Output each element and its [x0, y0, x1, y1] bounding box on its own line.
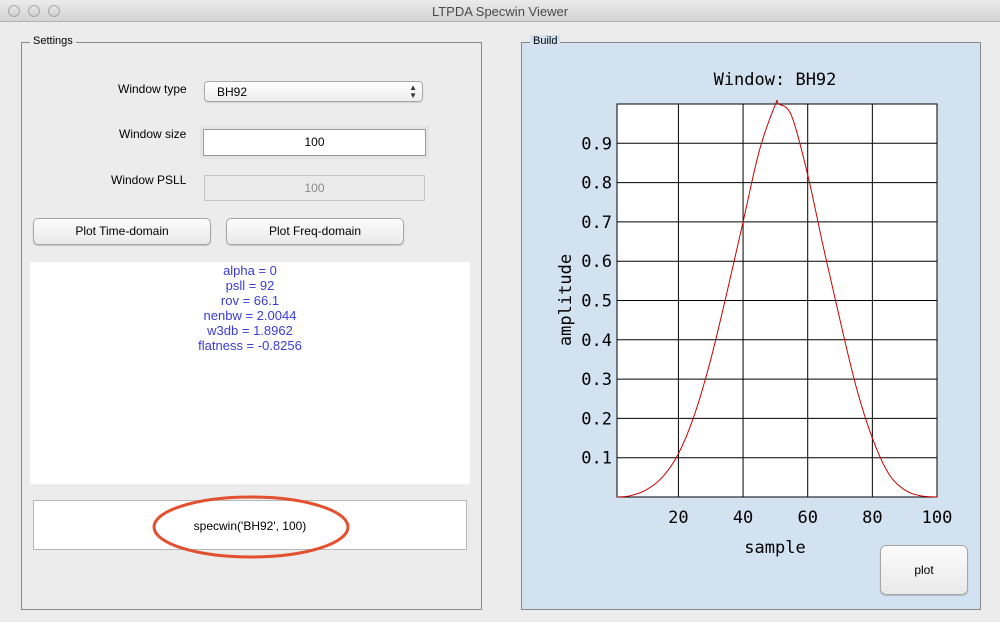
window-psll-input: 100	[204, 175, 425, 201]
window-type-label: Window type	[118, 82, 187, 96]
y-tick-label: 0.1	[581, 449, 612, 469]
info-line-rov: rov = 66.1	[220, 293, 280, 308]
info-line-alpha: alpha = 0	[223, 263, 277, 278]
y-tick-label: 0.6	[581, 252, 612, 272]
y-tick-label: 0.5	[581, 292, 612, 312]
x-tick-label: 40	[733, 508, 753, 528]
info-line-flatness: flatness = -0.8256	[198, 338, 302, 353]
window-title: LTPDA Specwin Viewer	[431, 4, 569, 19]
info-line-w3db: w3db = 1.8962	[207, 323, 293, 338]
chart-title: Window: BH92	[714, 70, 837, 90]
x-tick-label: 20	[668, 508, 688, 528]
y-tick-label: 0.7	[581, 213, 612, 233]
plot-button[interactable]: plot	[880, 545, 968, 595]
highlight-ellipse	[152, 495, 350, 559]
window-chart: Window: BH92 0.1 0.2 0.3 0.4 0.5 0.6 0.7 0.8 0.9…	[556, 70, 952, 558]
info-line-psll: psll = 92	[225, 278, 275, 293]
y-tick-label: 0.8	[581, 174, 612, 194]
window-size-label: Window size	[119, 127, 187, 141]
title-bar: LTPDA Specwin Viewer	[0, 0, 1000, 22]
plot-freq-domain-button[interactable]: Plot Freq-domain	[226, 218, 404, 245]
updown-arrows-icon: ▲ ▼	[409, 83, 417, 100]
settings-legend: Settings	[30, 35, 76, 47]
x-tick-label: 60	[797, 508, 817, 528]
plot-time-domain-button[interactable]: Plot Time-domain	[33, 218, 211, 245]
window-psll-label: Window PSLL	[111, 173, 187, 187]
window-type-value: BH92	[217, 85, 248, 99]
x-tick-labels: 20 40 60 80 100	[668, 508, 952, 528]
y-tick-label: 0.4	[581, 331, 612, 351]
window-info-text: alpha = 0 psll = 92 rov = 66.1 nenbw = 2…	[30, 262, 470, 484]
info-line-nenbw: nenbw = 2.0044	[203, 308, 297, 323]
y-tick-labels: 0.1 0.2 0.3 0.4 0.5 0.6 0.7 0.8 0.9	[581, 134, 612, 468]
x-tick-label: 100	[922, 508, 953, 528]
window-size-input[interactable]: 100	[203, 129, 426, 156]
y-axis-label: amplitude	[556, 254, 576, 346]
y-tick-label: 0.2	[581, 409, 612, 429]
x-axis-label: sample	[744, 538, 805, 558]
y-tick-label: 0.9	[581, 134, 612, 154]
window-type-select[interactable]: BH92 ▲ ▼	[204, 81, 423, 102]
x-tick-label: 80	[862, 508, 882, 528]
y-tick-label: 0.3	[581, 370, 612, 390]
